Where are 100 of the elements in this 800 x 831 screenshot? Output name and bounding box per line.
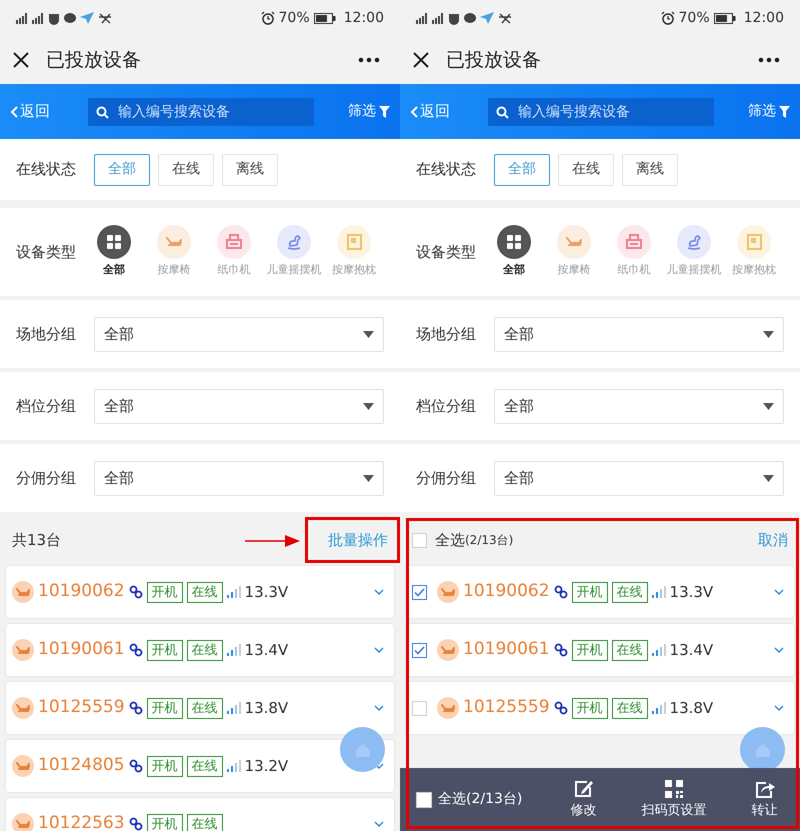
- dropdown-caret-icon: [363, 402, 374, 410]
- action-button[interactable]: 修改: [570, 778, 596, 820]
- field-label: 档位分组: [16, 396, 77, 417]
- link-icon: [554, 585, 568, 599]
- status-option[interactable]: 在线: [558, 154, 614, 186]
- dropdown-caret-icon: [363, 474, 374, 482]
- pointer-arrow: [245, 535, 300, 547]
- device-card[interactable]: 10190062 开机 在线 13.3V: [6, 566, 394, 618]
- field-label: 分佣分组: [416, 468, 477, 489]
- back-button[interactable]: 返回: [10, 100, 88, 123]
- funnel-icon: [779, 106, 790, 118]
- device-card[interactable]: 10122563 开机 在线: [6, 798, 394, 831]
- voltage-reading: 13.8V: [670, 698, 714, 719]
- filter-button[interactable]: 筛选: [748, 101, 790, 122]
- field-label: 分佣分组: [16, 468, 77, 489]
- battery-icon: [714, 12, 736, 24]
- group-select[interactable]: 全部: [494, 388, 784, 424]
- device-id: 10190061: [463, 638, 550, 662]
- massage-chair-icon: [12, 813, 34, 831]
- status-tag: 在线: [186, 756, 223, 776]
- device-card[interactable]: 10190061 开机 在线 13.4V: [6, 624, 394, 676]
- action-button[interactable]: 扫码页设置: [642, 778, 706, 820]
- massage-chair-icon: [437, 697, 459, 719]
- chevron-down-icon[interactable]: [774, 647, 784, 653]
- status-tag: 在线: [186, 582, 223, 602]
- group-select[interactable]: 全部: [94, 316, 384, 352]
- checkbox[interactable]: [412, 584, 427, 600]
- status-option[interactable]: 离线: [222, 154, 278, 186]
- search-icon: [96, 106, 109, 118]
- field-label: 在线状态: [416, 159, 477, 180]
- chevron-left-icon: [10, 106, 18, 118]
- chevron-down-icon[interactable]: [374, 647, 384, 653]
- device-card[interactable]: 10125559 开机 在线 13.8V: [6, 682, 394, 734]
- home-icon: [754, 742, 772, 758]
- link-icon: [554, 643, 568, 657]
- field-label: 设备类型: [16, 242, 77, 263]
- device-id: 10190062: [463, 580, 550, 604]
- chevron-down-icon[interactable]: [374, 705, 384, 711]
- group-select[interactable]: 全部: [494, 460, 784, 496]
- status-tag: 在线: [612, 640, 648, 660]
- massage-chair-icon: [12, 581, 34, 603]
- device-type-option[interactable]: 全部: [84, 225, 144, 279]
- massage-chair-icon: [437, 581, 459, 603]
- action-button[interactable]: 转让: [752, 778, 778, 820]
- back-button[interactable]: 返回: [410, 100, 488, 123]
- device-card[interactable]: 10125559 开机 在线 13.8V: [406, 682, 794, 734]
- status-option[interactable]: 在线: [158, 154, 214, 186]
- status-tag: 在线: [186, 640, 223, 660]
- signal-icon: [226, 644, 241, 656]
- page-title: 已投放设备: [446, 48, 541, 73]
- link-icon: [128, 759, 143, 773]
- massage-chair-icon: [437, 639, 459, 661]
- voltage-reading: 13.8V: [244, 698, 288, 719]
- close-icon[interactable]: [412, 51, 430, 69]
- voltage-reading: 13.4V: [244, 640, 288, 661]
- status-tag: 开机: [146, 640, 183, 660]
- signal-icon: [652, 644, 666, 656]
- status-tag: 开机: [572, 640, 608, 660]
- device-card[interactable]: 10124805 开机 在线 13.2V: [6, 740, 394, 792]
- device-id: 10124805: [38, 754, 125, 778]
- status-tag: 开机: [572, 698, 608, 718]
- filter-button[interactable]: 筛选: [348, 101, 390, 122]
- page-title: 已投放设备: [46, 48, 141, 73]
- device-id: 10190061: [38, 638, 125, 662]
- massage-chair-icon: [12, 639, 34, 661]
- more-icon[interactable]: [358, 57, 380, 63]
- device-id: 10125559: [38, 696, 125, 720]
- device-card[interactable]: 10190062 开机 在线 13.3V: [406, 566, 794, 618]
- search-field[interactable]: 输入编号搜索设备: [88, 98, 314, 126]
- group-select[interactable]: 全部: [94, 460, 384, 496]
- status-tag: 开机: [146, 698, 183, 718]
- select-all-label: 全选(2/13台): [438, 790, 524, 809]
- status-tag: 在线: [612, 582, 648, 602]
- signal-icon: [226, 760, 241, 772]
- search-field[interactable]: 输入编号搜索设备: [488, 98, 714, 126]
- link-icon: [128, 643, 143, 657]
- chevron-down-icon[interactable]: [774, 705, 784, 711]
- group-select[interactable]: 全部: [494, 316, 784, 352]
- check-icon: [414, 588, 425, 596]
- massage-chair-icon: [12, 697, 34, 719]
- status-option[interactable]: 离线: [622, 154, 678, 186]
- dropdown-caret-icon: [363, 330, 374, 338]
- alarm-icon: [260, 11, 275, 25]
- chevron-down-icon[interactable]: [774, 589, 784, 595]
- chevron-down-icon[interactable]: [374, 589, 384, 595]
- device-type-option[interactable]: 全部: [484, 225, 544, 279]
- chevron-down-icon[interactable]: [374, 821, 384, 827]
- alarm-icon: [660, 11, 675, 25]
- selected-count: (2/13台): [465, 532, 514, 549]
- device-card[interactable]: 10190061 开机 在线 13.4V: [406, 624, 794, 676]
- status-tag: 开机: [146, 582, 183, 602]
- check-icon: [414, 646, 425, 654]
- close-icon[interactable]: [12, 51, 30, 69]
- signal-icon: [226, 702, 241, 714]
- field-label: 档位分组: [416, 396, 477, 417]
- status-tag: 在线: [186, 814, 223, 831]
- checkbox[interactable]: [412, 642, 427, 658]
- group-select[interactable]: 全部: [94, 388, 384, 424]
- more-icon[interactable]: [758, 57, 780, 63]
- status-tag: 开机: [146, 814, 183, 831]
